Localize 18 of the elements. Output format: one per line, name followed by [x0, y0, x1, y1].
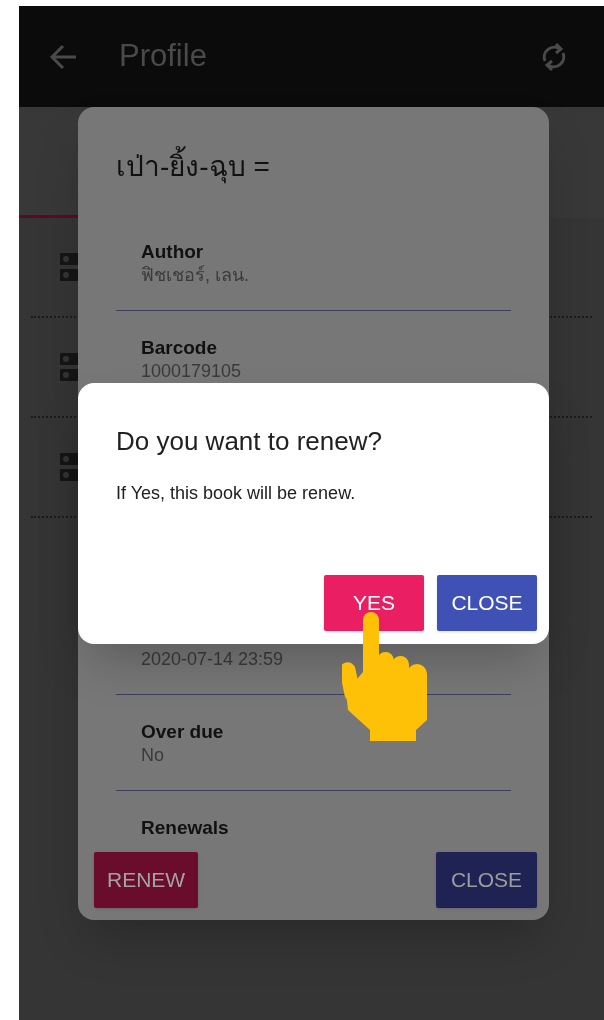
- field-value: ฟิชเชอร์, เลน.: [141, 264, 249, 287]
- field-label: Over due: [141, 721, 224, 743]
- dialog-title: เป่า-ยิ้ง-ฉุบ =: [116, 141, 270, 189]
- tap-hand-icon: [342, 612, 428, 741]
- screen-title: Profile: [119, 37, 207, 76]
- field-label: Author: [141, 241, 204, 263]
- back-arrow-icon[interactable]: [49, 43, 77, 70]
- field-value: 1000179105: [141, 360, 242, 383]
- confirm-title: Do you want to renew?: [116, 426, 382, 456]
- renew-button[interactable]: RENEW: [94, 852, 199, 908]
- close-button[interactable]: CLOSE: [436, 852, 537, 908]
- field-value: No: [141, 744, 164, 767]
- refresh-icon[interactable]: [540, 40, 568, 73]
- confirm-message: If Yes, this book will be renew.: [116, 483, 356, 503]
- field-label: Renewals: [141, 817, 229, 839]
- field-label: Barcode: [141, 337, 218, 359]
- close-button[interactable]: CLOSE: [437, 575, 537, 631]
- yes-button[interactable]: YES: [324, 575, 424, 631]
